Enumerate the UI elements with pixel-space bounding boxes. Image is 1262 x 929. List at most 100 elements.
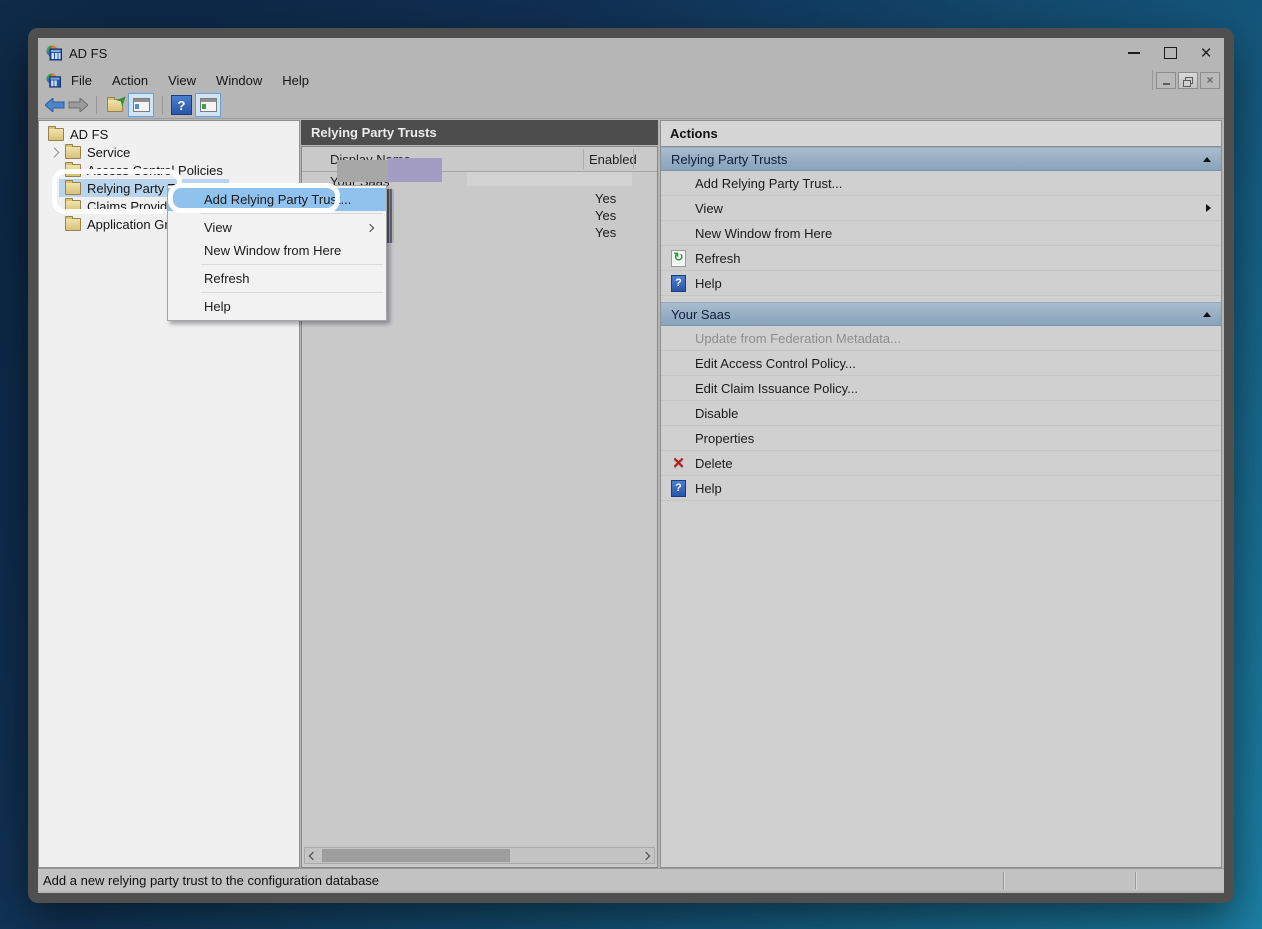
tree-item-service[interactable]: Service [39, 143, 299, 161]
scrollbar-track[interactable] [321, 848, 638, 863]
context-menu: Add Relying Party Trust... View New Wind… [167, 185, 387, 321]
menu-action[interactable]: Action [102, 70, 158, 91]
action-help-2[interactable]: ? Help [661, 476, 1221, 501]
action-label: Properties [695, 431, 754, 446]
tree-item-adfs[interactable]: AD FS [39, 125, 299, 143]
action-help[interactable]: ? Help [661, 271, 1221, 296]
show-action-pane-button[interactable] [195, 93, 221, 117]
column-divider[interactable] [633, 149, 634, 169]
status-text: Add a new relying party trust to the con… [43, 873, 379, 888]
context-menu-help[interactable]: Help [168, 295, 386, 318]
tree-item-label: Access Control Policies [87, 163, 223, 178]
child-close-icon: × [1206, 74, 1213, 86]
help-toolbar-button[interactable]: ? [171, 95, 192, 115]
action-edit-access-control-policy[interactable]: Edit Access Control Policy... [661, 351, 1221, 376]
show-console-tree-button[interactable] [128, 93, 154, 117]
tree-item-label: Service [87, 145, 130, 160]
action-label: Add Relying Party Trust... [695, 176, 842, 191]
menu-window[interactable]: Window [206, 70, 272, 91]
action-label: Help [695, 276, 722, 291]
export-button[interactable]: ➤ [105, 96, 125, 114]
action-new-window-from-here[interactable]: New Window from Here [661, 221, 1221, 246]
scroll-left-icon [309, 851, 317, 859]
back-button[interactable] [45, 98, 65, 112]
action-label: Edit Claim Issuance Policy... [695, 381, 858, 396]
context-menu-label: View [204, 220, 232, 235]
row-enabled[interactable]: Yes [595, 225, 616, 240]
scroll-left-button[interactable] [305, 848, 321, 863]
window-body: AD FS × File Acti [38, 38, 1224, 893]
folder-icon [65, 182, 81, 195]
expand-chevron-icon[interactable] [50, 147, 60, 157]
row-enabled[interactable]: Yes [595, 208, 616, 223]
close-icon: × [1200, 44, 1211, 63]
action-delete[interactable]: ✕ Delete [661, 451, 1221, 476]
actions-section-relying-party-trusts[interactable]: Relying Party Trusts [661, 147, 1221, 171]
toolbar-separator [96, 96, 97, 114]
help-icon: ? [671, 480, 686, 497]
folder-icon [65, 218, 81, 231]
maximize-button[interactable] [1152, 38, 1188, 68]
child-minimize-button[interactable] [1156, 72, 1176, 89]
redaction-gray [337, 160, 388, 182]
tree-item-label: AD FS [70, 127, 108, 142]
titlebar: AD FS × [38, 38, 1224, 68]
context-menu-view[interactable]: View [168, 216, 386, 239]
minimize-button[interactable] [1116, 38, 1152, 68]
child-window-controls: × [1152, 70, 1223, 90]
section-title: Your Saas [671, 307, 731, 322]
context-menu-add-relying-party-trust[interactable]: Add Relying Party Trust... [168, 188, 386, 211]
context-menu-label: New Window from Here [204, 243, 341, 258]
context-menu-label: Refresh [204, 271, 250, 286]
action-view[interactable]: View [661, 196, 1221, 221]
child-close-button[interactable]: × [1200, 72, 1220, 89]
actions-pane: Actions Relying Party Trusts Add Relying… [660, 120, 1222, 868]
collapse-icon[interactable] [1203, 157, 1211, 162]
child-restore-button[interactable] [1178, 72, 1198, 89]
column-divider[interactable] [583, 149, 584, 169]
delete-icon: ✕ [672, 456, 685, 471]
mmc-icon [46, 45, 62, 61]
forward-button[interactable] [68, 98, 88, 112]
results-pane-title: Relying Party Trusts [301, 120, 658, 145]
menu-file[interactable]: File [61, 70, 102, 91]
column-header-enabled[interactable]: Enabled [589, 152, 637, 167]
horizontal-scrollbar[interactable] [304, 847, 655, 864]
action-add-relying-party-trust[interactable]: Add Relying Party Trust... [661, 171, 1221, 196]
back-icon [45, 98, 65, 112]
menu-view[interactable]: View [158, 70, 206, 91]
action-properties[interactable]: Properties [661, 426, 1221, 451]
action-refresh[interactable]: ↻ Refresh [661, 246, 1221, 271]
submenu-chevron-icon [366, 223, 374, 231]
show-console-tree-icon [133, 98, 150, 112]
tree-item-access-control-policies[interactable]: Access Control Policies [39, 161, 299, 179]
action-disable[interactable]: Disable [661, 401, 1221, 426]
statusbar: Add a new relying party trust to the con… [38, 868, 1224, 891]
actions-section-your-saas[interactable]: Your Saas [661, 302, 1221, 326]
scrollbar-thumb[interactable] [322, 849, 510, 862]
scroll-right-button[interactable] [638, 848, 654, 863]
action-label: Update from Federation Metadata... [695, 331, 901, 346]
context-menu-label: Add Relying Party Trust... [204, 192, 351, 207]
child-restore-icon [1185, 77, 1193, 84]
close-button[interactable]: × [1188, 38, 1224, 68]
redaction-gray-row [467, 172, 632, 186]
action-update-from-federation-metadata: Update from Federation Metadata... [661, 326, 1221, 351]
action-edit-claim-issuance-policy[interactable]: Edit Claim Issuance Policy... [661, 376, 1221, 401]
action-label: New Window from Here [695, 226, 832, 241]
actions-pane-title: Actions [661, 121, 1221, 147]
context-menu-refresh[interactable]: Refresh [168, 267, 386, 290]
collapse-icon[interactable] [1203, 312, 1211, 317]
adfs-window: AD FS × File Acti [28, 28, 1234, 903]
forward-icon [68, 98, 88, 112]
help-icon: ? [671, 275, 686, 292]
context-menu-shadow [387, 189, 394, 243]
show-action-pane-icon [200, 98, 217, 112]
action-label: Disable [695, 406, 738, 421]
mmc-icon-small [46, 73, 61, 88]
menu-help[interactable]: Help [272, 70, 319, 91]
folder-icon [48, 128, 64, 141]
context-menu-new-window-from-here[interactable]: New Window from Here [168, 239, 386, 262]
folder-icon [65, 164, 81, 177]
row-enabled[interactable]: Yes [595, 191, 616, 206]
